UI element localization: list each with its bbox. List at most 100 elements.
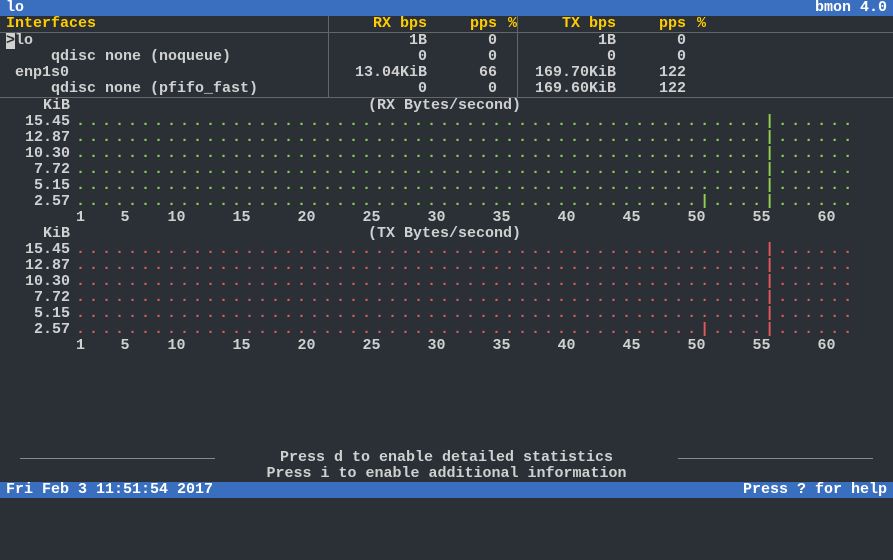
tx-chart-title: (TX Bytes/second) (76, 226, 813, 242)
divider (328, 16, 337, 32)
chart-gridline: ........................................… (76, 162, 883, 178)
y-tick: 10.30 (0, 274, 76, 290)
rx-pct (497, 33, 517, 49)
chart-gridline: ........................................… (76, 130, 883, 146)
rx-chart: KiB (RX Bytes/second) 15.45.............… (0, 98, 893, 226)
hdr-rx-pps: pps (427, 16, 497, 32)
rx-pct (497, 49, 517, 65)
hdr-rx-pct: % (497, 16, 517, 32)
x-tick: 15 (209, 210, 274, 226)
hdr-interfaces: Interfaces (6, 16, 328, 32)
rx-pct (497, 81, 517, 97)
interface-name: qdisc none (noqueue) (6, 49, 328, 65)
divider (328, 33, 337, 49)
title-left: lo (6, 0, 24, 16)
rx-pps: 0 (427, 49, 497, 65)
tx-pps: 0 (616, 33, 686, 49)
table-row[interactable]: enp1s0 13.04KiB66 169.70KiB122 (0, 65, 893, 81)
y-tick: 2.57 (0, 322, 76, 338)
x-tick: 10 (144, 338, 209, 354)
x-tick: 35 (469, 338, 534, 354)
x-tick: 50 (664, 338, 729, 354)
interface-list[interactable]: >lo1B01B0 qdisc none (noqueue)0000 enp1s… (0, 33, 893, 97)
chart-gridline: ........................................… (76, 146, 883, 162)
tx-bps: 169.60KiB (526, 81, 616, 97)
chart-gridline: ........................................… (76, 242, 883, 258)
x-tick: 45 (599, 210, 664, 226)
title-bar: lo bmon 4.0 (0, 0, 893, 16)
x-tick: 50 (664, 210, 729, 226)
rx-yunit: KiB (0, 98, 76, 114)
hdr-tx-pps: pps (616, 16, 686, 32)
rx-chart-title: (RX Bytes/second) (76, 98, 813, 114)
tx-pps: 122 (616, 81, 686, 97)
x-tick: 45 (599, 338, 664, 354)
y-tick: 12.87 (0, 258, 76, 274)
x-tick: 60 (794, 338, 859, 354)
divider (517, 65, 526, 81)
x-tick: 30 (404, 338, 469, 354)
y-tick: 2.57 (0, 194, 76, 210)
y-tick: 7.72 (0, 162, 76, 178)
table-row[interactable]: >lo1B01B0 (0, 33, 893, 49)
table-row[interactable]: qdisc none (pfifo_fast)00169.60KiB122 (0, 81, 893, 97)
tx-yunit: KiB (0, 226, 76, 242)
interface-name: >lo (6, 33, 328, 49)
status-bar: Fri Feb 3 11:51:54 2017 Press ? for help (0, 482, 893, 498)
x-tick: 5 (106, 338, 144, 354)
divider (517, 16, 526, 32)
x-tick: 40 (534, 210, 599, 226)
divider (328, 65, 337, 81)
divider (517, 49, 526, 65)
tx-pct (686, 65, 706, 81)
table-row[interactable]: qdisc none (noqueue)0000 (0, 49, 893, 65)
rx-pps: 0 (427, 33, 497, 49)
x-tick: 5 (106, 210, 144, 226)
rx-pps: 66 (427, 65, 497, 81)
x-tick: 55 (729, 210, 794, 226)
chart-gridline: ........................................… (76, 274, 883, 290)
tx-bps: 0 (526, 49, 616, 65)
divider (517, 33, 526, 49)
tx-pct (686, 81, 706, 97)
y-tick: 15.45 (0, 242, 76, 258)
x-tick: 1 (76, 210, 106, 226)
chart-gridline: ........................................… (76, 290, 883, 306)
y-tick: 15.45 (0, 114, 76, 130)
y-tick: 5.15 (0, 178, 76, 194)
cursor-icon: > (6, 33, 15, 49)
rx-pps: 0 (427, 81, 497, 97)
divider (328, 81, 337, 97)
hints: Press d to enable detailed statistics Pr… (0, 450, 893, 482)
x-tick: 30 (404, 210, 469, 226)
hdr-rx-bps: RX bps (337, 16, 427, 32)
rx-pct (497, 65, 517, 81)
divider (517, 81, 526, 97)
hint-additional: Press i to enable additional information (0, 466, 893, 482)
tx-pps: 122 (616, 65, 686, 81)
x-tick: 25 (339, 210, 404, 226)
rx-xaxis: 151015202530354045505560 (0, 210, 883, 226)
x-tick: 55 (729, 338, 794, 354)
tx-bps: 169.70KiB (526, 65, 616, 81)
chart-gridline: ........................................… (76, 178, 883, 194)
y-tick: 12.87 (0, 130, 76, 146)
x-tick: 10 (144, 210, 209, 226)
interface-name: qdisc none (pfifo_fast) (6, 81, 328, 97)
chart-gridline: ........................................… (76, 322, 883, 338)
x-tick: 60 (794, 210, 859, 226)
status-datetime: Fri Feb 3 11:51:54 2017 (6, 482, 213, 498)
tx-chart: KiB (TX Bytes/second) 15.45.............… (0, 226, 893, 354)
rx-bps: 13.04KiB (337, 65, 427, 81)
chart-gridline: ........................................… (76, 194, 883, 210)
divider (328, 49, 337, 65)
y-tick: 10.30 (0, 146, 76, 162)
x-tick: 40 (534, 338, 599, 354)
rx-bps: 0 (337, 49, 427, 65)
x-tick: 20 (274, 210, 339, 226)
hdr-tx-pct: % (686, 16, 706, 32)
status-help: Press ? for help (743, 482, 887, 498)
tx-pct (686, 49, 706, 65)
interface-name: enp1s0 (6, 65, 328, 81)
rx-bps: 1B (337, 33, 427, 49)
